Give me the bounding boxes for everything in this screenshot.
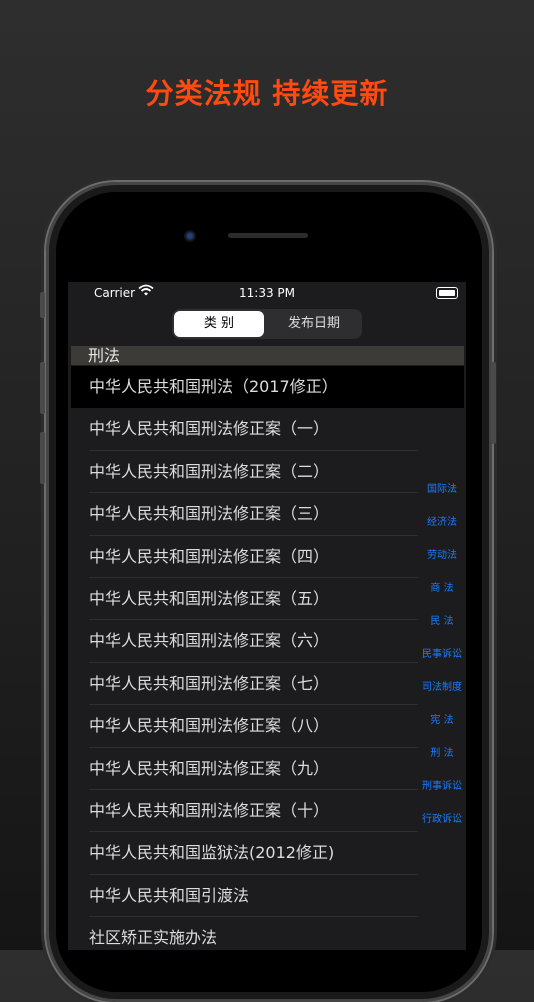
status-time: 11:33 PM <box>239 286 295 300</box>
law-list-item[interactable]: 中华人民共和国刑法修正案（三） <box>71 493 464 536</box>
battery-icon <box>436 287 458 299</box>
index-item-judicial-system[interactable]: 司法制度 <box>414 678 466 711</box>
promo-headline: 分类法规 持续更新 <box>145 77 389 110</box>
index-item-criminal-procedure[interactable]: 刑事诉讼 <box>414 777 466 810</box>
phone-volume-down <box>40 432 45 484</box>
law-list-item[interactable]: 中华人民共和国刑法修正案（十） <box>71 789 464 833</box>
index-item-economic-law[interactable]: 经济法 <box>414 513 466 546</box>
earpiece-speaker <box>228 233 308 238</box>
law-list-item[interactable]: 中华人民共和国刑法修正案（九） <box>71 747 464 791</box>
phone-mute-switch <box>40 292 45 318</box>
law-list-item[interactable]: 中华人民共和国刑法修正案（六） <box>71 620 464 664</box>
law-list-item[interactable]: 中华人民共和国刑法修正案（八） <box>71 705 464 748</box>
law-list-item[interactable]: 中华人民共和国刑法修正案（二） <box>71 450 464 494</box>
index-item-administrative-litigation[interactable]: 行政诉讼 <box>414 810 466 843</box>
law-list-item[interactable]: 中华人民共和国刑法修正案（五） <box>71 577 464 621</box>
law-list-item[interactable]: 中华人民共和国刑法修正案（七） <box>71 662 464 706</box>
index-item-international-law[interactable]: 国际法 <box>414 480 466 513</box>
law-list-item[interactable]: 中华人民共和国刑法（2017修正） <box>71 366 464 409</box>
law-list-item[interactable]: 社区矫正实施办法 <box>71 917 464 950</box>
status-bar: Carrier 11:33 PM <box>68 282 466 304</box>
law-list-item[interactable]: 中华人民共和国引渡法 <box>71 874 464 918</box>
law-list-item[interactable]: 中华人民共和国监狱法(2012修正) <box>71 832 464 876</box>
index-item-civil-law[interactable]: 民 法 <box>414 612 466 645</box>
phone-volume-up <box>40 362 45 414</box>
law-list-item[interactable]: 中华人民共和国刑法修正案（一） <box>71 408 464 452</box>
index-item-labor-law[interactable]: 劳动法 <box>414 546 466 579</box>
law-list-item[interactable]: 中华人民共和国刑法修正案（四） <box>71 535 464 579</box>
index-item-commercial-law[interactable]: 商 法 <box>414 579 466 612</box>
segment-publish-date[interactable]: 发布日期 <box>268 311 360 337</box>
index-item-constitution[interactable]: 宪 法 <box>414 711 466 744</box>
app-screen: Carrier 11:33 PM 类 别 发布日期 刑法 中华人民共和国刑法（2… <box>68 282 466 950</box>
index-item-civil-procedure[interactable]: 民事诉讼 <box>414 645 466 678</box>
index-item-criminal-law[interactable]: 刑 法 <box>414 744 466 777</box>
segmented-control: 类 别 发布日期 <box>172 309 362 339</box>
front-camera <box>184 230 196 242</box>
section-header: 刑法 <box>71 346 464 365</box>
section-index: 国际法 经济法 劳动法 商 法 民 法 民事诉讼 司法制度 宪 法 刑 法 刑事… <box>414 480 466 843</box>
segment-category[interactable]: 类 别 <box>174 311 264 337</box>
law-list: 中华人民共和国刑法（2017修正） 中华人民共和国刑法修正案（一） 中华人民共和… <box>71 366 464 950</box>
phone-power-button <box>491 362 496 444</box>
